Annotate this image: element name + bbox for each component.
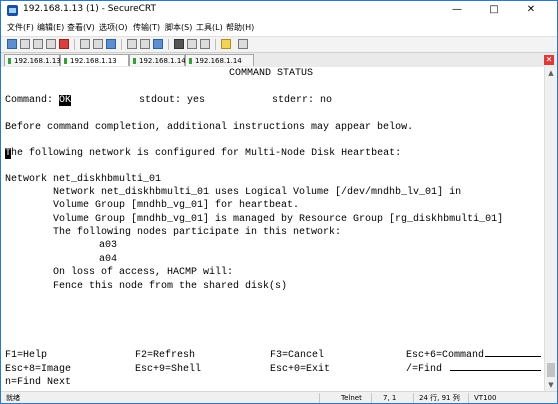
stdout-status: stdout: yes	[139, 95, 206, 106]
securecrt-window: 192.168.1.13 (1) - SecureCRT — □ ✕ 文件(F)…	[0, 0, 558, 404]
securecrt-app-icon	[7, 5, 18, 16]
maximize-button[interactable]: □	[480, 1, 508, 19]
command-status-value: OK	[59, 95, 72, 106]
command-label: Command:	[5, 95, 54, 106]
session-tab-bar: 192.168.1.13 192.168.1.13 (1) 192.168.1.…	[1, 52, 557, 77]
status-protocol: Telnet	[341, 394, 362, 402]
divider-line	[450, 370, 541, 371]
node-line: a03	[99, 240, 118, 251]
session-options-icon[interactable]	[174, 39, 184, 49]
menu-edit[interactable]: 编辑(E)	[37, 22, 64, 33]
fkey-find: /=Find	[406, 364, 443, 375]
status-separator	[371, 393, 372, 403]
scroll-thumb[interactable]	[547, 363, 555, 377]
tab-192-168-1-14[interactable]: 192.168.1.14	[129, 54, 186, 66]
disconnect-icon[interactable]	[59, 39, 69, 49]
print-icon[interactable]	[127, 39, 137, 49]
output-line: Fence this node from the shared disk(s)	[53, 281, 288, 292]
menu-script[interactable]: 脚本(S)	[165, 22, 192, 33]
fkey-refresh: F2=Refresh	[135, 350, 196, 361]
output-line: Network net_diskhbmulti_01 uses Logical …	[53, 187, 462, 198]
copy-icon[interactable]	[80, 39, 90, 49]
title-bar: 192.168.1.13 (1) - SecureCRT — □ ✕	[1, 1, 557, 21]
divider-line	[485, 356, 541, 357]
output-line: On loss of access, HACMP will:	[53, 267, 234, 278]
menu-transfer[interactable]: 传输(T)	[133, 22, 160, 33]
fkey-command: Esc+6=Command	[406, 350, 485, 361]
close-button[interactable]: ✕	[517, 1, 545, 19]
output-line: Network net_diskhbmulti_01	[5, 174, 162, 185]
command-status-line: Command: OK	[5, 95, 72, 107]
scroll-up-icon[interactable]: ▲	[545, 67, 557, 79]
tab-label: 192.168.1.13	[14, 57, 61, 65]
toolbar-separator	[121, 39, 122, 50]
close-tab-icon[interactable]: ✕	[544, 55, 554, 65]
fkey-shell: Esc+9=Shell	[135, 364, 202, 375]
sftp-icon[interactable]	[153, 39, 163, 49]
fkey-image: Esc+8=Image	[5, 364, 72, 375]
fkey-find-next: n=Find Next	[5, 377, 72, 388]
status-cursor-position: 7, 1	[383, 394, 397, 402]
status-emulation: VT100	[474, 394, 497, 402]
status-screen-size: 24 行, 91 列	[419, 394, 460, 402]
tab-label: 192.168.1.14	[139, 57, 186, 65]
menu-help[interactable]: 帮助(H)	[226, 22, 254, 33]
toolbar-separator	[168, 39, 169, 50]
menu-options[interactable]: 选项(O)	[99, 22, 128, 33]
menu-bar: 文件(F) 编辑(E) 查看(V) 选项(O) 传输(T) 脚本(S) 工具(L…	[1, 21, 557, 36]
tab-192-168-1-14-1[interactable]: 192.168.1.14 (1)	[185, 54, 254, 77]
status-separator	[413, 393, 414, 403]
find-icon[interactable]	[106, 39, 116, 49]
toolbar	[1, 36, 557, 52]
output-line: The following nodes participate in this …	[53, 227, 342, 238]
keymap-icon[interactable]	[200, 39, 210, 49]
fkey-exit: Esc+0=Exit	[270, 364, 331, 375]
screen-header: COMMAND STATUS	[229, 68, 314, 79]
connect-icon[interactable]	[7, 39, 17, 49]
output-text: he following network is configured for M…	[11, 148, 402, 159]
output-line: Volume Group [mndhb_vg_01] for heartbeat…	[53, 200, 300, 211]
fkey-help: F1=Help	[5, 350, 48, 361]
status-separator	[319, 393, 320, 403]
map-icon[interactable]	[238, 39, 248, 49]
completion-notice: Before command completion, additional in…	[5, 122, 414, 133]
output-line: Volume Group [mndhb_vg_01] is managed by…	[53, 214, 504, 225]
reconnect-icon[interactable]	[46, 39, 56, 49]
tab-192-168-1-13[interactable]: 192.168.1.13	[4, 54, 61, 66]
minimize-button[interactable]: —	[443, 1, 471, 19]
stderr-status: stderr: no	[272, 95, 333, 106]
menu-view[interactable]: 查看(V)	[67, 22, 95, 33]
menu-file[interactable]: 文件(F)	[7, 22, 34, 33]
print-selection-icon[interactable]	[140, 39, 150, 49]
toolbar-separator	[215, 39, 216, 50]
status-ready: 就绪	[6, 394, 20, 402]
menu-tools[interactable]: 工具(L)	[196, 22, 223, 33]
vertical-scrollbar[interactable]: ▲ ▼	[544, 67, 557, 391]
quick-connect-icon[interactable]	[20, 39, 30, 49]
status-bar: 就绪 Telnet 7, 1 24 行, 91 列 VT100	[1, 391, 557, 403]
status-separator	[468, 393, 469, 403]
toolbar-separator	[74, 39, 75, 50]
window-title: 192.168.1.13 (1) - SecureCRT	[23, 4, 157, 14]
tab-192-168-1-13-1[interactable]: 192.168.1.13 (1)	[60, 54, 129, 77]
output-line: The following network is configured for …	[5, 148, 401, 160]
paste-icon[interactable]	[93, 39, 103, 49]
global-options-icon[interactable]	[187, 39, 197, 49]
connect-in-tab-icon[interactable]	[33, 39, 43, 49]
scroll-down-icon[interactable]: ▼	[545, 379, 557, 391]
help-icon[interactable]	[221, 39, 231, 49]
fkey-cancel: F3=Cancel	[270, 350, 325, 361]
terminal-screen[interactable]: COMMAND STATUS Command: OK stdout: yes s…	[1, 67, 544, 391]
node-line: a04	[99, 254, 118, 265]
